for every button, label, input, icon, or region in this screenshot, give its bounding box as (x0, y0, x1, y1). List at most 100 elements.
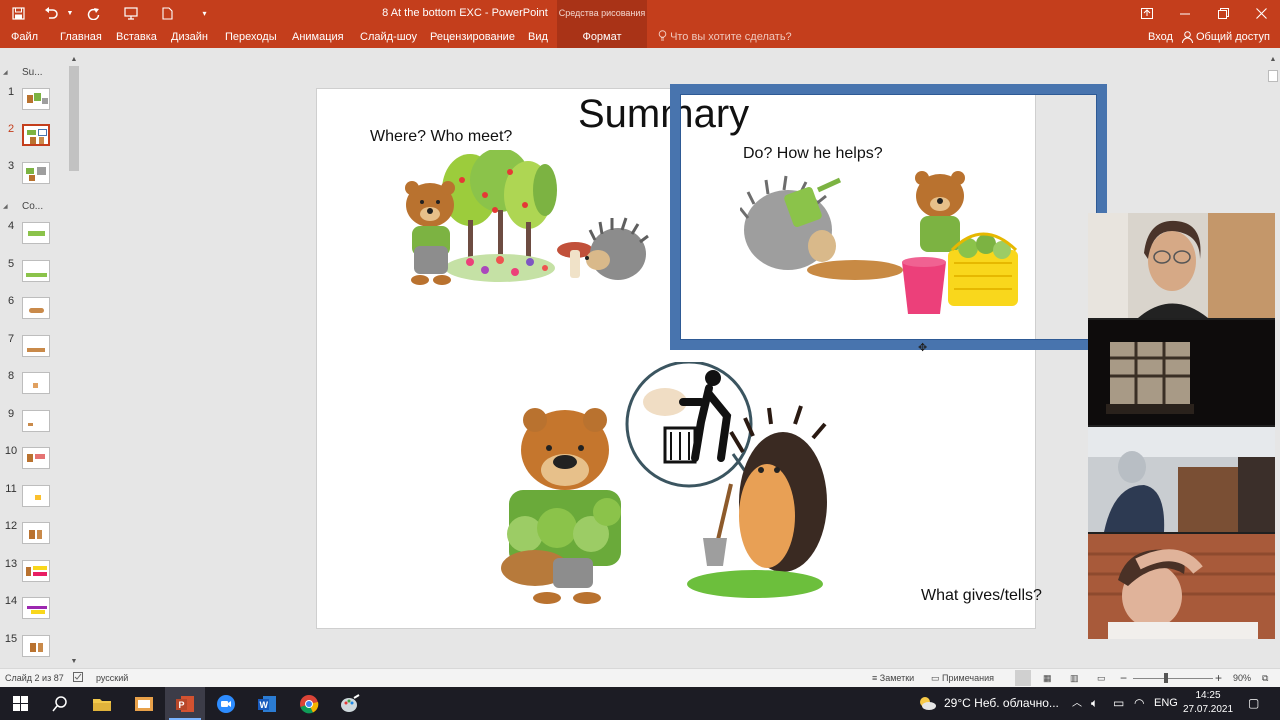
scrollbar-thumb[interactable] (1268, 70, 1278, 82)
tab-file[interactable]: Файл (11, 26, 38, 48)
slide-thumbnail-2[interactable] (22, 124, 50, 146)
scrollbar-thumb[interactable] (69, 66, 79, 171)
slide-thumbnail-13[interactable] (22, 560, 50, 582)
chrome-icon[interactable] (289, 687, 329, 720)
comments-label: Примечания (942, 673, 994, 683)
slide-thumbnail-15[interactable] (22, 635, 50, 657)
powerpoint-icon[interactable]: P (165, 687, 205, 720)
slide-thumbnail-12[interactable] (22, 522, 50, 544)
zoom-icon[interactable] (206, 687, 246, 720)
share-button[interactable]: Общий доступ (1182, 26, 1270, 48)
zoom-level[interactable]: 90% (1233, 669, 1251, 687)
slide-thumbnail-3[interactable] (22, 162, 50, 184)
section-collapse-icon[interactable]: ◢ (3, 203, 9, 210)
slide-thumbnail-10[interactable] (22, 447, 50, 469)
thumb-number: 4 (7, 220, 15, 232)
contextual-tab-group-title: Средства рисования (558, 8, 646, 18)
system-clock[interactable]: 14:25 27.07.2021 (1183, 689, 1233, 717)
close-icon[interactable] (1242, 0, 1280, 26)
slide-thumbnail-7[interactable] (22, 335, 50, 357)
selected-shape-frame[interactable] (670, 84, 1107, 350)
present-icon[interactable] (112, 0, 149, 26)
fit-slide-icon[interactable]: ⧉ (1262, 669, 1268, 687)
video-tile-participant-1[interactable] (1088, 213, 1275, 318)
battery-icon[interactable]: ▭ (1113, 687, 1124, 720)
save-icon[interactable] (0, 0, 37, 26)
paint-icon[interactable] (330, 687, 370, 720)
thumb-number: 8 (7, 370, 15, 382)
thumb-number: 3 (7, 160, 15, 172)
file-explorer-icon[interactable] (82, 687, 122, 720)
undo-icon[interactable] (37, 0, 65, 26)
tab-home[interactable]: Главная (60, 26, 102, 48)
zoom-out-button[interactable]: − (1120, 669, 1127, 687)
section-label-content[interactable]: Co... (22, 201, 43, 212)
tab-transitions[interactable]: Переходы (225, 26, 277, 48)
tab-slideshow[interactable]: Слайд-шоу (360, 26, 417, 48)
wifi-icon[interactable]: ◠ (1134, 687, 1144, 720)
slide-thumbnail-14[interactable] (22, 597, 50, 619)
section-collapse-icon[interactable]: ◢ (3, 69, 9, 76)
weather-text[interactable]: 29°C Неб. облачно... (944, 687, 1059, 720)
slide-thumbnail-11[interactable] (22, 485, 50, 507)
customize-icon[interactable]: ▾ (186, 0, 223, 26)
normal-view-icon[interactable] (1015, 670, 1031, 686)
zoom-slider[interactable] (1133, 678, 1213, 679)
ribbon-display-icon[interactable] (1128, 0, 1166, 26)
weather-icon[interactable] (918, 687, 936, 720)
slide-question-where[interactable]: Where? Who meet? (370, 128, 512, 146)
undo-dropdown-icon[interactable]: ▼ (65, 0, 75, 26)
forest-scene-image[interactable] (400, 150, 650, 290)
video-tile-participant-3[interactable] (1088, 427, 1275, 532)
slide-question-gives[interactable]: What gives/tells? (921, 587, 1042, 605)
tab-review[interactable]: Рецензирование (430, 26, 515, 48)
share-label: Общий доступ (1196, 31, 1270, 43)
sign-in-link[interactable]: Вход (1148, 26, 1173, 48)
slide-thumbnail-5[interactable] (22, 260, 50, 282)
comments-button[interactable]: ▭ Примечания (931, 669, 994, 687)
notifications-icon[interactable]: ▢ (1248, 687, 1259, 720)
restore-icon[interactable] (1204, 0, 1242, 26)
slide-thumbnail-4[interactable] (22, 222, 50, 244)
slide-thumbnail-8[interactable] (22, 372, 50, 394)
input-language[interactable]: ENG (1154, 687, 1178, 720)
scroll-up-icon[interactable]: ▲ (1266, 54, 1280, 66)
video-tile-participant-2[interactable] (1088, 320, 1275, 425)
photos-icon[interactable] (124, 687, 164, 720)
tray-chevron-icon[interactable]: ︿ (1072, 687, 1082, 720)
tab-format[interactable]: Формат (557, 26, 647, 48)
word-icon[interactable]: W (247, 687, 287, 720)
thumbnails-scrollbar[interactable]: ▲ ▼ (67, 54, 81, 668)
search-icon[interactable] (40, 687, 80, 720)
tab-design[interactable]: Дизайн (171, 26, 208, 48)
reading-view-icon[interactable]: ▥ (1070, 669, 1079, 687)
video-tile-participant-4[interactable] (1088, 534, 1275, 639)
comment-icon: ▭ (931, 673, 940, 683)
slide-thumbnail-9[interactable] (22, 410, 50, 432)
slide-sorter-icon[interactable]: ▦ (1043, 669, 1052, 687)
start-icon[interactable] (0, 687, 40, 720)
slide-counter: Слайд 2 из 87 (5, 673, 64, 683)
language-indicator[interactable]: русский (96, 669, 128, 687)
giving-scene-image[interactable] (495, 362, 835, 607)
section-label-summary[interactable]: Su... (22, 67, 43, 78)
tab-insert[interactable]: Вставка (116, 26, 157, 48)
speaker-icon[interactable]: 🔈︎ (1091, 687, 1098, 720)
clock-time: 14:25 (1195, 690, 1221, 701)
new-file-icon[interactable] (149, 0, 186, 26)
slideshow-view-icon[interactable]: ▭ (1097, 669, 1106, 687)
redo-icon[interactable] (75, 0, 112, 26)
scroll-down-icon[interactable]: ▼ (67, 656, 81, 668)
notes-button[interactable]: ≡ Заметки (872, 669, 914, 687)
minimize-icon[interactable] (1166, 0, 1204, 26)
zoom-slider-thumb[interactable] (1164, 673, 1168, 683)
tell-me-search[interactable]: Что вы хотите сделать? (658, 26, 792, 48)
scroll-up-icon[interactable]: ▲ (67, 54, 81, 66)
spellcheck-icon[interactable] (73, 669, 84, 687)
zoom-in-button[interactable]: + (1215, 669, 1222, 687)
tab-animations[interactable]: Анимация (292, 26, 344, 48)
slide-thumbnail-6[interactable] (22, 297, 50, 319)
thumb-number: 10 (4, 445, 18, 457)
slide-thumbnail-1[interactable] (22, 88, 50, 110)
tab-view[interactable]: Вид (528, 26, 548, 48)
